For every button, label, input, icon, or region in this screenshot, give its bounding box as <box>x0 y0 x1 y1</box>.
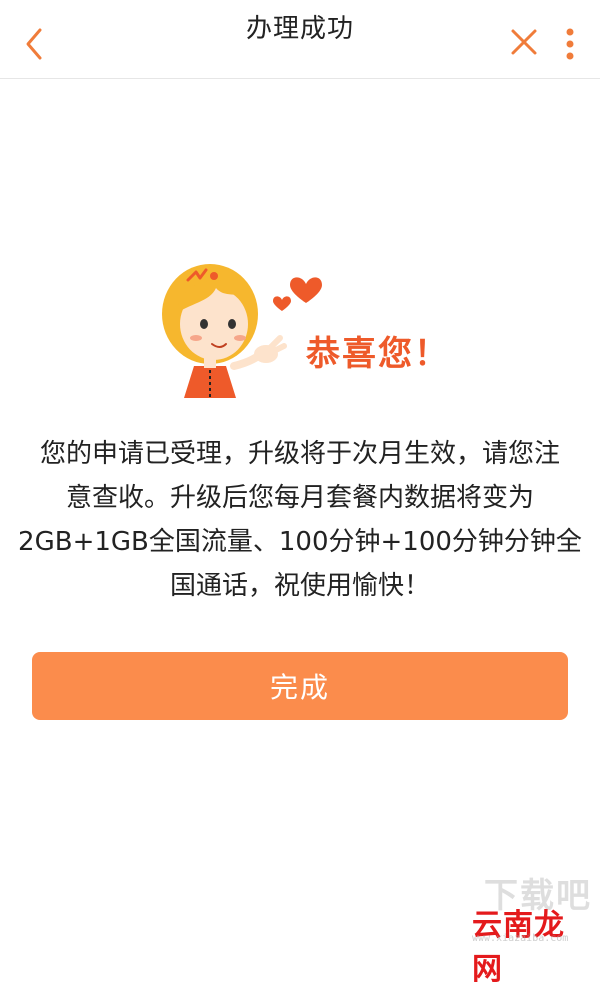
watermark-url: www.xiazaiba.com <box>472 933 569 944</box>
heart-icon <box>273 296 291 311</box>
message-line: 国通话，祝使用愉快！ <box>169 571 430 601</box>
close-icon[interactable] <box>508 26 540 58</box>
heart-icon <box>290 277 322 303</box>
message-line: 您的申请已受理，升级将于次月生效，请您注 <box>39 439 560 469</box>
congrats-text: 恭喜您！ <box>306 334 450 374</box>
done-button-label: 完成 <box>269 671 330 704</box>
watermark-logo-text: 云南龙网 <box>472 908 565 987</box>
watermark-logo: 云南龙网 www.xiazaiba.com <box>472 900 592 987</box>
more-vertical-icon[interactable] <box>560 24 580 64</box>
nav-bar: 办理成功 <box>0 0 600 79</box>
success-message: 您的申请已受理，升级将于次月生效，请您注 意查收。升级后您每月套餐内数据将变为 … <box>0 432 600 608</box>
done-button[interactable]: 完成 <box>32 652 568 720</box>
message-line: 2GB+1GB全国流量、100分钟+100分钟分钟全 <box>18 527 582 557</box>
message-line: 意查收。升级后您每月套餐内数据将变为 <box>65 483 534 513</box>
